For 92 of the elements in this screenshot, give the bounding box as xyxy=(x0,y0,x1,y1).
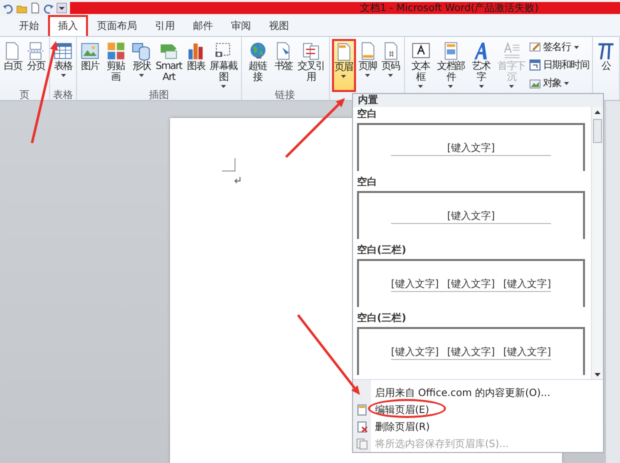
cross-reference-icon xyxy=(301,41,322,61)
gallery-scrollbar[interactable] xyxy=(591,107,603,379)
scrollbar[interactable] xyxy=(606,101,620,463)
caret-icon xyxy=(388,74,394,77)
margin-corner-icon xyxy=(222,158,236,172)
ribbon-tab[interactable]: 插入 xyxy=(48,15,88,36)
paragraph-mark-icon xyxy=(234,177,241,184)
caret-icon xyxy=(574,46,579,48)
caret-icon xyxy=(220,85,226,88)
header-preview[interactable]: [键入文字] xyxy=(357,191,585,239)
ribbon-button[interactable]: 白页 xyxy=(2,39,24,90)
placeholder-text: [键入文字] xyxy=(503,346,551,358)
header-preview[interactable]: [键入文字] xyxy=(357,123,585,171)
ribbon-button[interactable]: SmartArt xyxy=(153,39,184,90)
ribbon-button[interactable]: 超链接 xyxy=(244,39,272,90)
ribbon-button[interactable]: 艺术字 xyxy=(467,39,496,90)
menu-item[interactable]: 删除页眉(R) xyxy=(353,418,603,435)
placeholder-text: [键入文字] xyxy=(503,278,551,290)
clipart-icon xyxy=(106,41,126,61)
pen-icon xyxy=(528,41,541,53)
gallery-item-title: 空白(三栏) xyxy=(357,244,408,258)
ribbon-small-button[interactable]: 签名行 xyxy=(528,39,590,55)
ribbon-button[interactable]: 页码 xyxy=(380,39,402,90)
caret-icon xyxy=(418,85,424,88)
window-title: 文档1 - Microsoft Word(产品激活失败) xyxy=(360,2,539,15)
pages-icon xyxy=(356,438,368,450)
ribbon-button[interactable]: 页眉 xyxy=(332,39,356,92)
page-break-icon xyxy=(26,41,46,61)
caret-icon xyxy=(564,82,570,84)
ribbon-button[interactable]: 剪贴画 xyxy=(102,39,130,90)
placeholder-text: [键入文字] xyxy=(447,210,495,222)
arrow xyxy=(285,98,345,158)
redo-icon[interactable] xyxy=(42,2,54,14)
ribbon-small-button[interactable]: 日期和时间 xyxy=(528,57,590,73)
caret-icon xyxy=(138,74,144,77)
ribbon-tab[interactable]: 页面布局 xyxy=(88,16,146,36)
ribbon-button[interactable]: 表格 xyxy=(52,39,74,90)
globe-icon xyxy=(248,41,268,61)
caret-icon xyxy=(448,85,454,88)
ribbon-button[interactable]: 公 xyxy=(595,39,617,90)
ribbon-button[interactable]: 文档部件 xyxy=(435,39,466,90)
gallery-header: 内置 xyxy=(353,94,603,107)
calendar-icon xyxy=(528,59,541,71)
ribbon-tab[interactable]: 视图 xyxy=(260,16,298,36)
caret-icon xyxy=(509,85,514,88)
placeholder-text: [键入文字] xyxy=(447,142,495,154)
gallery-item-title: 空白 xyxy=(357,176,378,190)
pi-icon xyxy=(596,41,616,61)
caret-icon xyxy=(60,74,66,77)
header-preview[interactable]: [键入文字] [键入文字] [键入文字] xyxy=(357,259,585,307)
group-label: 插图 xyxy=(148,90,169,100)
customize-icon[interactable] xyxy=(56,2,68,14)
ribbon-button[interactable]: 交叉引用 xyxy=(296,39,327,90)
ribbon-button[interactable]: 屏幕截图 xyxy=(208,39,239,90)
group-label: 表格 xyxy=(53,90,73,100)
ribbon-tab[interactable]: 开始 xyxy=(10,16,48,36)
object-icon xyxy=(528,77,541,89)
text-box-icon xyxy=(410,41,431,61)
shapes-icon xyxy=(131,41,152,61)
drop-cap-icon xyxy=(502,41,522,61)
header-preview[interactable]: [键入文字] [键入文字] [键入文字] xyxy=(357,327,585,375)
ribbon-button[interactable]: 文本框 xyxy=(406,39,434,90)
menu-item[interactable]: 启用来自 Office.com 的内容更新(O)... xyxy=(353,384,603,401)
group-label: 链接 xyxy=(275,90,296,100)
new-document-icon[interactable] xyxy=(29,2,41,14)
ribbon-tab[interactable]: 邮件 xyxy=(184,16,222,36)
placeholder-text: [键入文字] xyxy=(447,278,495,290)
undo-icon[interactable] xyxy=(2,2,14,14)
picture-icon xyxy=(80,41,100,61)
page-icon xyxy=(356,404,368,416)
caret-icon xyxy=(365,74,370,77)
placeholder-text: [键入文字] xyxy=(447,346,495,358)
ribbon-tab[interactable]: 审阅 xyxy=(222,16,260,36)
gallery-item-title: 空白 xyxy=(357,108,378,122)
ribbon-button[interactable]: 形状 xyxy=(130,39,152,90)
caret-icon xyxy=(341,75,346,78)
ribbon-button[interactable]: 页脚 xyxy=(356,39,379,90)
caret-icon xyxy=(478,85,484,88)
delete-page-icon xyxy=(356,420,368,432)
group-label: 页 xyxy=(20,90,30,100)
placeholder-text: [键入文字] xyxy=(391,278,439,290)
ribbon-button[interactable]: 图表 xyxy=(185,39,208,90)
placeholder-text: [键入文字] xyxy=(391,346,439,358)
ribbon-button[interactable]: 分页 xyxy=(25,39,47,90)
gallery-item-title: 空白(三栏) xyxy=(357,312,408,326)
ribbon-button[interactable]: 图片 xyxy=(79,39,101,90)
ribbon-button[interactable]: 书签 xyxy=(272,39,295,90)
menu-item[interactable]: 编辑页眉(E) xyxy=(353,401,603,418)
ribbon-tab[interactable]: 引用 xyxy=(146,16,184,36)
table-icon xyxy=(53,41,73,61)
ribbon-small-button[interactable]: 对象 xyxy=(528,75,590,91)
scroll-thumb[interactable] xyxy=(593,119,602,143)
